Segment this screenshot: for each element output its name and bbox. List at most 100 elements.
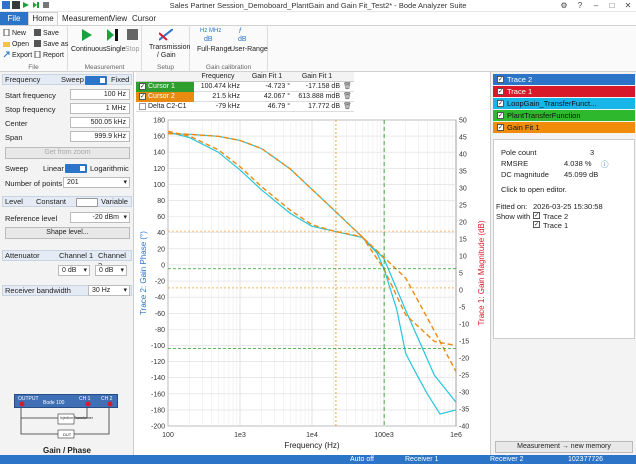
phase-tick-label: -140	[151, 375, 165, 382]
single-icon[interactable]	[107, 29, 119, 41]
linear-log-toggle[interactable]	[65, 164, 87, 173]
cursor-1-checkbox[interactable]: ✓	[139, 83, 146, 90]
trace-item[interactable]: Trace 1	[493, 86, 635, 97]
auto-off-status[interactable]: Auto off	[350, 455, 374, 464]
report-button[interactable]: Report	[34, 50, 64, 59]
user-range-button[interactable]: User-Range	[230, 46, 268, 53]
open-button[interactable]: Open	[3, 40, 29, 48]
trace-checkbox[interactable]: ✓	[497, 76, 504, 83]
table-row[interactable]: Delta C2-C1 -79 kHz 46.79 ° 17.772 dB 🗑	[136, 102, 354, 112]
menu-cursor[interactable]: Cursor	[132, 14, 156, 23]
menu-home[interactable]: Home	[28, 12, 58, 25]
stop-frequency-input[interactable]: 1 MHz	[70, 103, 130, 114]
single-button[interactable]: Single	[106, 46, 125, 53]
phase-tick-label: 60	[157, 214, 165, 221]
fitted-on-value: 2026-03-25 15:30:58	[533, 202, 603, 211]
cursor-1-frequency[interactable]: 100.474 kHz	[194, 82, 240, 92]
table-row[interactable]: Cursor 1 ✓ 100.474 kHz -4.723 ° -17.158 …	[136, 82, 354, 92]
continuous-icon[interactable]	[81, 29, 93, 41]
trace-checkbox[interactable]: ✓	[497, 88, 504, 95]
cursor-2-frequency[interactable]: 21.5 kHz	[194, 92, 240, 102]
magnitude-tick-label: -40	[459, 424, 469, 431]
get-from-zoom-button[interactable]: Get from zoom	[5, 147, 130, 159]
stop-frequency-label: Stop frequency	[5, 105, 56, 114]
trace-checkbox[interactable]: ✓	[497, 112, 504, 119]
level-mode-toggle[interactable]	[76, 198, 98, 207]
table-row[interactable]: Cursor 2 ✓ 21.5 kHz 42.067 ° 613.888 mdB…	[136, 92, 354, 102]
new-memory-button[interactable]: Measurement → new memory	[495, 441, 633, 453]
menu-measurement[interactable]: Measurement	[62, 14, 111, 23]
close-button[interactable]: ✕	[620, 0, 636, 11]
span-input[interactable]: 999.9 kHz	[70, 131, 130, 142]
reference-level-select[interactable]: -20 dBm	[70, 212, 130, 223]
export-button[interactable]: Export	[3, 51, 32, 59]
constant-label: Constant	[36, 197, 67, 206]
trace-item[interactable]: Trace 2	[493, 74, 635, 85]
minimize-button[interactable]: –	[588, 0, 604, 11]
trace-checkbox[interactable]: ✓	[497, 100, 504, 107]
bode-plot[interactable]: 180 160 140 120 100 80 60 40 20 0 -20 -40 -60 -80 -100…	[136, 114, 490, 450]
settings-pane: Frequency Sweep Fixed Start frequency 10…	[0, 72, 134, 464]
gain-fit-panel[interactable]: Pole count 3 RMSRE 4.038 % ⓘ DC magnitud…	[493, 139, 635, 339]
delete-delta-icon[interactable]: 🗑	[343, 102, 351, 112]
serial-number: 102377726	[568, 456, 604, 463]
attenuator-ch2-select[interactable]: 0 dB	[95, 265, 127, 276]
full-range-db: dB	[204, 36, 213, 43]
receiver-bandwidth-select[interactable]: 30 Hz	[88, 285, 130, 296]
delta-checkbox[interactable]	[139, 103, 146, 110]
phase-tick-label: 0	[161, 262, 165, 269]
trace-item[interactable]: PlantTransferFunction	[493, 110, 635, 121]
phase-tick-label: -120	[151, 359, 165, 366]
center-input[interactable]: 500.05 kHz	[70, 117, 130, 128]
maximize-button[interactable]: □	[604, 0, 620, 11]
fitted-on-label: Fitted on:	[496, 202, 528, 211]
magnitude-tick-label: 20	[459, 220, 467, 227]
bode-label: Bode 100	[43, 400, 65, 406]
rmsre-value: 4.038 %	[564, 159, 592, 168]
receiver-2-status[interactable]: Receiver 2	[490, 455, 523, 464]
menu-view[interactable]: View	[110, 14, 127, 23]
continuous-button[interactable]: Continuous	[71, 46, 106, 53]
logarithmic-label: Logarithmic	[90, 164, 129, 173]
new-button[interactable]: New	[3, 28, 26, 37]
cursor-2-checkbox[interactable]: ✓	[139, 93, 146, 100]
info-icon[interactable]: ⓘ	[601, 159, 609, 170]
sweep-fixed-toggle[interactable]	[85, 76, 107, 85]
transmission-gain-button[interactable]: Transmission	[149, 44, 190, 51]
show-trace2-checkbox[interactable]: ✓	[533, 212, 540, 219]
trace-item[interactable]: Gain Fit 1	[493, 122, 635, 133]
delete-cursor-2-icon[interactable]: 🗑	[343, 92, 351, 102]
x-tick-label: 1e4	[306, 432, 318, 439]
help-icon[interactable]: ?	[572, 0, 588, 11]
level-section: Level Constant Variable	[2, 196, 132, 207]
magnitude-tick-label: 30	[459, 186, 467, 193]
trace-checkbox[interactable]: ✓	[497, 124, 504, 131]
ribbon-group-label: Gain calibration	[205, 64, 252, 71]
shape-level-button[interactable]: Shape level...	[5, 227, 130, 239]
show-trace1-checkbox[interactable]: ✓	[533, 221, 540, 228]
delete-cursor-1-icon[interactable]: 🗑	[343, 82, 351, 92]
receiver-1-status[interactable]: Receiver 1	[405, 455, 438, 464]
settings-icon[interactable]: ⚙	[556, 0, 572, 11]
phase-tick-label: -60	[155, 311, 165, 318]
save-button[interactable]: Save	[34, 29, 59, 37]
magnitude-tick-label: 40	[459, 152, 467, 159]
ribbon-group-setup: Transmission / Gain Setup	[142, 26, 190, 72]
phase-tick-label: 80	[157, 198, 165, 205]
open-editor-hint[interactable]: Click to open editor.	[501, 185, 567, 194]
points-select[interactable]: 201	[63, 177, 130, 188]
bode-chart-svg[interactable]: 180160140120100806040200-20-40-60-80-100…	[136, 114, 490, 451]
save-as-button[interactable]: Save as	[34, 40, 68, 48]
full-range-button[interactable]: Full-Range	[197, 46, 231, 53]
stop-button[interactable]: Stop	[125, 46, 139, 53]
show-trace1-label: Trace 1	[543, 221, 569, 230]
magnitude-tick-label: 5	[459, 271, 463, 278]
magnitude-tick-label: -25	[459, 373, 469, 380]
delta-frequency: -79 kHz	[215, 103, 240, 110]
stop-button-icon[interactable]	[127, 29, 139, 41]
trace-item[interactable]: LoopGain_TransferFunct...	[493, 98, 635, 109]
start-frequency-input[interactable]: 100 Hz	[70, 89, 130, 100]
attenuator-ch1-select[interactable]: 0 dB	[58, 265, 90, 276]
menu-file[interactable]: File	[0, 12, 28, 25]
magnitude-tick-label: 10	[459, 254, 467, 261]
